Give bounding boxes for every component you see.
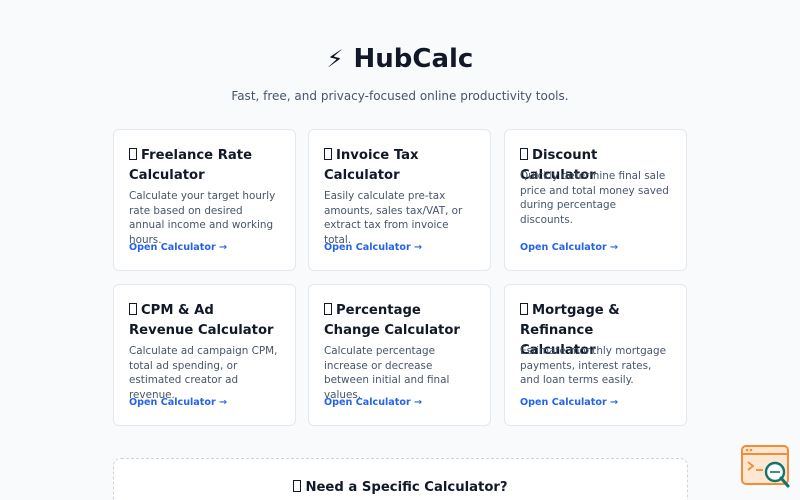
open-calculator-link[interactable]: Open Calculator → xyxy=(520,397,618,408)
missing-glyph-icon xyxy=(520,303,528,315)
calculator-card-cpm-ad-revenue[interactable]: CPM & Ad Revenue Calculator Calculate ad… xyxy=(113,284,296,426)
missing-glyph-icon xyxy=(129,303,137,315)
section-title: Need a Specific Calculator? xyxy=(114,480,687,495)
card-title: Percentage Change Calculator xyxy=(324,303,460,338)
missing-glyph-icon xyxy=(293,480,302,492)
missing-glyph-icon xyxy=(324,303,332,315)
card-description: Easily calculate pre-tax amounts, sales … xyxy=(324,190,463,246)
calculator-card-invoice-tax[interactable]: Invoice Tax Calculator Easily calculate … xyxy=(308,129,491,271)
card-description: Quickly determine final sale price and t… xyxy=(520,170,669,226)
missing-glyph-icon xyxy=(520,148,528,160)
missing-glyph-icon xyxy=(129,148,137,160)
card-description: Calculate ad campaign CPM, total ad spen… xyxy=(129,345,278,401)
header: ⚡ HubCalc xyxy=(0,44,800,74)
open-calculator-link[interactable]: Open Calculator → xyxy=(324,397,422,408)
page-subtitle: Fast, free, and privacy-focused online p… xyxy=(231,89,569,103)
open-calculator-link[interactable]: Open Calculator → xyxy=(324,242,422,253)
lightning-icon: ⚡ xyxy=(326,45,344,73)
search-help-icon[interactable] xyxy=(741,445,791,490)
card-title: CPM & Ad Revenue Calculator xyxy=(129,303,274,338)
app-name: HubCalc xyxy=(353,44,474,74)
card-title: Invoice Tax Calculator xyxy=(324,148,419,183)
calculator-card-discount[interactable]: Discount Calculator Quickly determine fi… xyxy=(504,129,687,271)
calculator-card-freelance-rate[interactable]: Freelance Rate Calculator Calculate your… xyxy=(113,129,296,271)
calculator-card-percentage-change[interactable]: Percentage Change Calculator Calculate p… xyxy=(308,284,491,426)
page: ⚡ HubCalc Fast, free, and privacy-focuse… xyxy=(0,0,800,500)
missing-glyph-icon xyxy=(324,148,332,160)
page-title: ⚡ HubCalc xyxy=(327,44,474,74)
open-calculator-link[interactable]: Open Calculator → xyxy=(129,242,227,253)
card-title: Mortgage & Refinance Calculator xyxy=(520,303,620,358)
search-help-icon-graphic xyxy=(741,445,790,488)
card-description: Estimate monthly mortgage payments, inte… xyxy=(520,345,667,386)
open-calculator-link[interactable]: Open Calculator → xyxy=(129,397,227,408)
card-title: Freelance Rate Calculator xyxy=(129,148,253,183)
calculator-card-mortgage-refinance[interactable]: Mortgage & Refinance Calculator Estimate… xyxy=(504,284,687,426)
open-calculator-link[interactable]: Open Calculator → xyxy=(520,242,618,253)
card-title: Discount Calculator xyxy=(520,148,598,183)
card-description: Calculate your target hourly rate based … xyxy=(129,190,276,246)
request-calculator-section: Need a Specific Calculator? xyxy=(113,458,688,500)
card-description: Calculate percentage increase or decreas… xyxy=(324,345,450,401)
